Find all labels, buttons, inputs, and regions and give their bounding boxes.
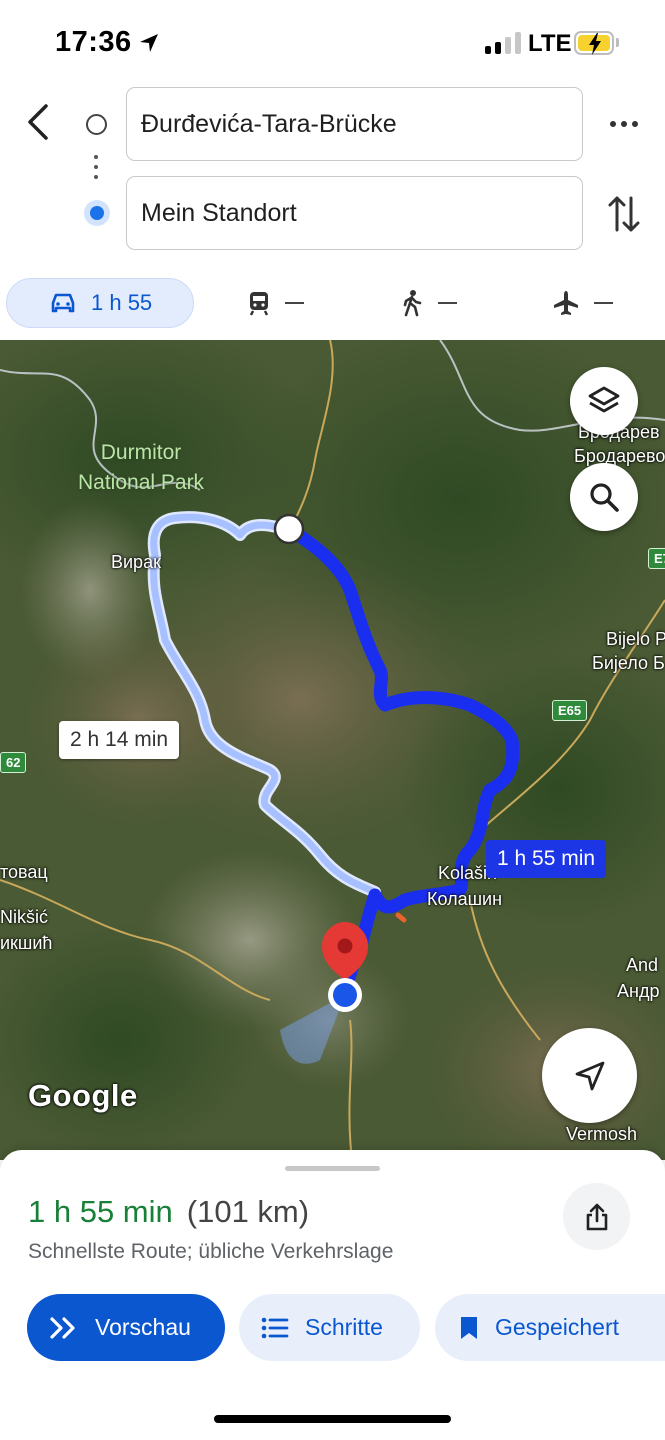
tab-drive[interactable]: 1 h 55 (6, 278, 194, 328)
place-label: Nikšić (0, 907, 48, 927)
plane-icon (554, 291, 578, 315)
park-label-line1: Durmitor (100, 441, 182, 464)
battery-cap (616, 38, 619, 47)
place-label: Вирак (111, 552, 161, 572)
double-chevron-icon (50, 1316, 75, 1339)
place-label: Андр (617, 981, 660, 1001)
origin-circle-icon (86, 114, 107, 135)
place-label: Бијело Б (592, 653, 665, 673)
battery-icon (574, 31, 614, 55)
route-distance: (101 km) (186, 1194, 310, 1229)
share-button[interactable] (563, 1183, 630, 1250)
status-bar: 17:36 LTE (0, 0, 665, 80)
route-bottom-sheet: 1 h 55 min (101 km) Schnellste Route; üb… (0, 1150, 665, 1440)
place-label: товац (0, 862, 48, 882)
network-type: LTE (528, 30, 572, 57)
google-logo: Google (28, 1078, 138, 1113)
navigation-arrow-icon (575, 1061, 604, 1090)
car-icon (51, 293, 75, 313)
saved-button[interactable]: Gespeichert (435, 1294, 665, 1361)
park-label-line2: National Park (78, 471, 205, 494)
road-badge: E65 (552, 700, 588, 721)
preview-label: Vorschau (95, 1314, 191, 1340)
tab-walk[interactable] (400, 278, 457, 328)
road-badge: 62 (0, 752, 27, 773)
signal-icon (485, 32, 521, 54)
place-label: Bijelo P (606, 629, 665, 649)
layers-button[interactable] (570, 367, 638, 435)
train-icon (249, 292, 269, 316)
place-label: икшић (0, 933, 53, 953)
park-label: Durmitor National Park (78, 438, 204, 498)
place-label: Бродарево (574, 446, 665, 466)
bookmark-icon (461, 1316, 477, 1339)
list-icon (261, 1317, 289, 1338)
location-arrow-icon (140, 34, 158, 52)
search-icon (590, 483, 619, 512)
place-label: And (626, 955, 659, 975)
layers-icon (588, 386, 620, 413)
place-label: Колашин (427, 889, 503, 909)
origin-input[interactable]: Đurđevića-Tara-Brücke (126, 87, 583, 161)
home-indicator[interactable] (214, 1415, 451, 1423)
my-location-dot-icon (84, 200, 110, 226)
tab-transit[interactable] (247, 278, 304, 328)
travel-mode-tabs: 1 h 55 (0, 276, 665, 330)
more-options-icon[interactable] (606, 112, 642, 136)
main-route-callout[interactable]: 1 h 55 min (486, 840, 607, 878)
route-summary: 1 h 55 min (101 km) (28, 1194, 309, 1230)
route-duration: 1 h 55 min (28, 1194, 173, 1229)
map-view[interactable]: Durmitor National Park Вирак Бродарев Бр… (0, 340, 665, 1160)
swap-icon[interactable] (606, 192, 642, 236)
walk-icon (403, 290, 422, 317)
saved-label: Gespeichert (495, 1314, 620, 1340)
walk-time (438, 301, 457, 305)
status-time: 17:36 (55, 26, 132, 58)
route-description: Schnellste Route; übliche Verkehrslage (28, 1240, 394, 1263)
share-icon (586, 1203, 607, 1230)
steps-button[interactable]: Schritte (239, 1294, 420, 1361)
alt-route-callout[interactable]: 2 h 14 min (59, 721, 180, 759)
place-label: Vermosh (566, 1124, 638, 1144)
destination-input[interactable]: Mein Standort (126, 176, 583, 250)
road-badge: E7 (648, 548, 665, 569)
drive-time: 1 h 55 (91, 290, 153, 315)
steps-label: Schritte (305, 1314, 383, 1340)
fly-time (594, 301, 613, 305)
preview-button[interactable]: Vorschau (27, 1294, 225, 1361)
tab-fly[interactable] (552, 278, 613, 328)
back-arrow-icon[interactable] (22, 102, 56, 142)
search-button[interactable] (570, 463, 638, 531)
navigate-button[interactable] (542, 1028, 637, 1123)
sheet-drag-handle[interactable] (285, 1166, 380, 1171)
transit-time (285, 301, 304, 305)
connector-dots-icon (94, 155, 99, 185)
